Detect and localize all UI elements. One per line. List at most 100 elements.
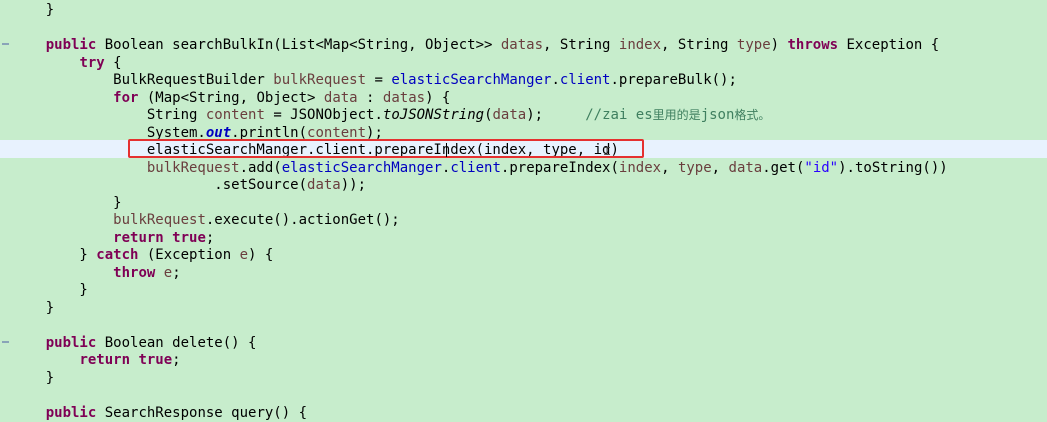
code-line[interactable]: return true; (12, 230, 948, 248)
code-line[interactable]: public Boolean searchBulkIn(List<Map<Str… (12, 37, 948, 55)
code-token: } (12, 300, 54, 316)
code-token: client (450, 160, 501, 176)
code-token: type (678, 160, 712, 176)
code-line[interactable]: throw e; (12, 265, 948, 283)
code-line[interactable]: public SearchResponse query() { (12, 405, 948, 422)
code-line[interactable] (12, 317, 948, 335)
code-token: ) (771, 37, 788, 53)
code-token: { (105, 55, 122, 71)
code-token: data (324, 90, 358, 106)
code-token: bulkRequest (147, 160, 240, 176)
code-token: : (358, 90, 383, 106)
code-token: = (366, 72, 391, 88)
code-token: Boolean searchBulkIn(List<Map<String, Ob… (96, 37, 501, 53)
code-token: .prepareBulk(); (610, 72, 736, 88)
code-token: public (46, 405, 97, 421)
code-token: catch (96, 247, 138, 263)
code-line[interactable]: } (12, 300, 948, 318)
code-token: } (12, 2, 54, 18)
code-token (12, 160, 147, 176)
code-token: e (240, 247, 248, 263)
code-line[interactable]: } catch (Exception e) { (12, 247, 948, 265)
code-token (12, 90, 113, 106)
code-line[interactable] (12, 387, 948, 405)
code-line[interactable]: bulkRequest.add(elasticSearchManger.clie… (12, 160, 948, 178)
code-token: )); (341, 177, 366, 193)
code-token: toJSONString (383, 107, 484, 123)
code-token: , String (661, 37, 737, 53)
code-line[interactable]: public Boolean delete() { (12, 335, 948, 353)
code-line[interactable]: BulkRequestBuilder bulkRequest = elastic… (12, 72, 948, 90)
code-line[interactable]: } (12, 2, 948, 20)
code-token: } (12, 195, 122, 211)
code-token: "id" (804, 160, 838, 176)
code-token: ) { (425, 90, 450, 106)
code-token: elasticSearchManger (282, 160, 442, 176)
red-highlight-box (128, 139, 644, 158)
code-token: . (551, 72, 559, 88)
code-line[interactable]: .setSource(data)); (12, 177, 948, 195)
code-line[interactable]: for (Map<String, Object> data : datas) { (12, 90, 948, 108)
code-token: datas (383, 90, 425, 106)
code-editor[interactable]: } public Boolean searchBulkIn(List<Map<S… (12, 2, 948, 422)
code-token (12, 352, 79, 368)
code-token: ); (526, 107, 585, 123)
code-token: SearchResponse query() { (96, 405, 307, 421)
code-line[interactable]: String content = JSONObject.toJSONString… (12, 107, 948, 125)
code-token: , (661, 160, 678, 176)
code-token: index (619, 160, 661, 176)
code-token (12, 335, 46, 351)
code-token: throw (113, 265, 155, 281)
fold-marker-icon[interactable] (2, 43, 9, 45)
code-token (12, 230, 113, 246)
code-token: .add( (240, 160, 282, 176)
code-token: (Exception (138, 247, 239, 263)
code-line[interactable]: bulkRequest.execute().actionGet(); (12, 212, 948, 230)
code-token: return (113, 230, 164, 246)
code-token: datas (501, 37, 543, 53)
code-token: bulkRequest (273, 72, 366, 88)
code-token: try (79, 55, 104, 71)
code-token (155, 265, 163, 281)
code-token: } (12, 282, 88, 298)
code-token (12, 212, 113, 228)
code-token: 格式。 (734, 108, 770, 122)
code-token: client (560, 72, 611, 88)
code-line[interactable]: try { (12, 55, 948, 73)
code-token: true (138, 352, 172, 368)
code-token: String (12, 107, 206, 123)
code-token: content (206, 107, 265, 123)
code-token: index (619, 37, 661, 53)
code-token: e (164, 265, 172, 281)
code-token: BulkRequestBuilder (12, 72, 273, 88)
code-token: 里用的是 (653, 108, 701, 122)
code-token: .prepareIndex( (501, 160, 619, 176)
code-token: .execute().actionGet(); (206, 212, 400, 228)
code-token: true (172, 230, 206, 246)
fold-marker-icon[interactable] (2, 341, 9, 343)
code-token: data (307, 177, 341, 193)
code-token: //zai es (585, 107, 652, 123)
code-token: .get( (762, 160, 804, 176)
code-line[interactable]: } (12, 195, 948, 213)
code-token: ; (172, 352, 180, 368)
code-token (12, 405, 46, 421)
code-token: Boolean delete() { (96, 335, 256, 351)
code-token (12, 37, 46, 53)
text-caret (446, 143, 447, 157)
code-line[interactable]: } (12, 282, 948, 300)
code-line[interactable] (12, 20, 948, 38)
code-token: = JSONObject. (265, 107, 383, 123)
ibeam-cursor-icon: Ɪ (604, 146, 611, 158)
code-token: ; (206, 230, 214, 246)
code-line[interactable]: } (12, 370, 948, 388)
code-token: data (729, 160, 763, 176)
code-token: ).toString()) (838, 160, 948, 176)
code-token: public (46, 335, 97, 351)
code-token: (Map<String, Object> (138, 90, 323, 106)
code-token: json (701, 107, 735, 123)
code-line[interactable]: return true; (12, 352, 948, 370)
code-token: public (46, 37, 97, 53)
code-token: type (737, 37, 771, 53)
code-token: for (113, 90, 138, 106)
